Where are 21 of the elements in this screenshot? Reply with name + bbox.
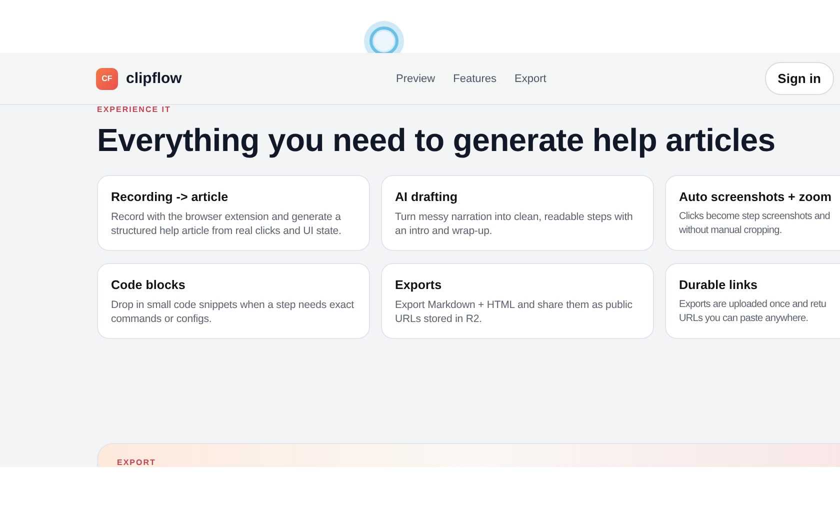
section-title: Everything you need to generate help articles xyxy=(97,121,776,159)
feature-title: AI drafting xyxy=(395,190,458,204)
feature-title: Code blocks xyxy=(111,278,186,292)
sign-in-button[interactable]: Sign in xyxy=(764,62,834,95)
feature-title: Durable links xyxy=(679,278,758,292)
feature-title: Recording -> article xyxy=(111,190,230,204)
nav-link[interactable]: Features xyxy=(453,72,497,84)
export-eyebrow: EXPORT xyxy=(117,458,157,467)
feature-title: Auto screenshots + zoom xyxy=(679,190,832,204)
brand-name: clipflow xyxy=(126,70,182,87)
logo-mark: CF xyxy=(96,68,118,90)
nav-link[interactable]: Export xyxy=(514,72,546,84)
feature-description: Turn messy narration into clean, readable steps with an intro and wrap-up. xyxy=(395,210,634,238)
feature-title: Exports xyxy=(395,278,443,292)
section-eyebrow: EXPERIENCE IT xyxy=(97,105,172,115)
feature-description: Exports are uploaded once and retu URLs you can paste anywhere. xyxy=(679,298,828,326)
feature-description: Drop in small code snippets when a step needs exact commands or configs. xyxy=(111,298,355,326)
feature-description: Export Markdown + HTML and share them as public URLs stored in R2. xyxy=(395,298,634,326)
nav-link[interactable]: Preview xyxy=(396,72,436,84)
feature-description: Record with the browser extension and generate a structured help article from real clicks and UI state. xyxy=(111,210,342,238)
feature-description: Clicks become step screenshots and without manual cropping. xyxy=(679,210,831,238)
